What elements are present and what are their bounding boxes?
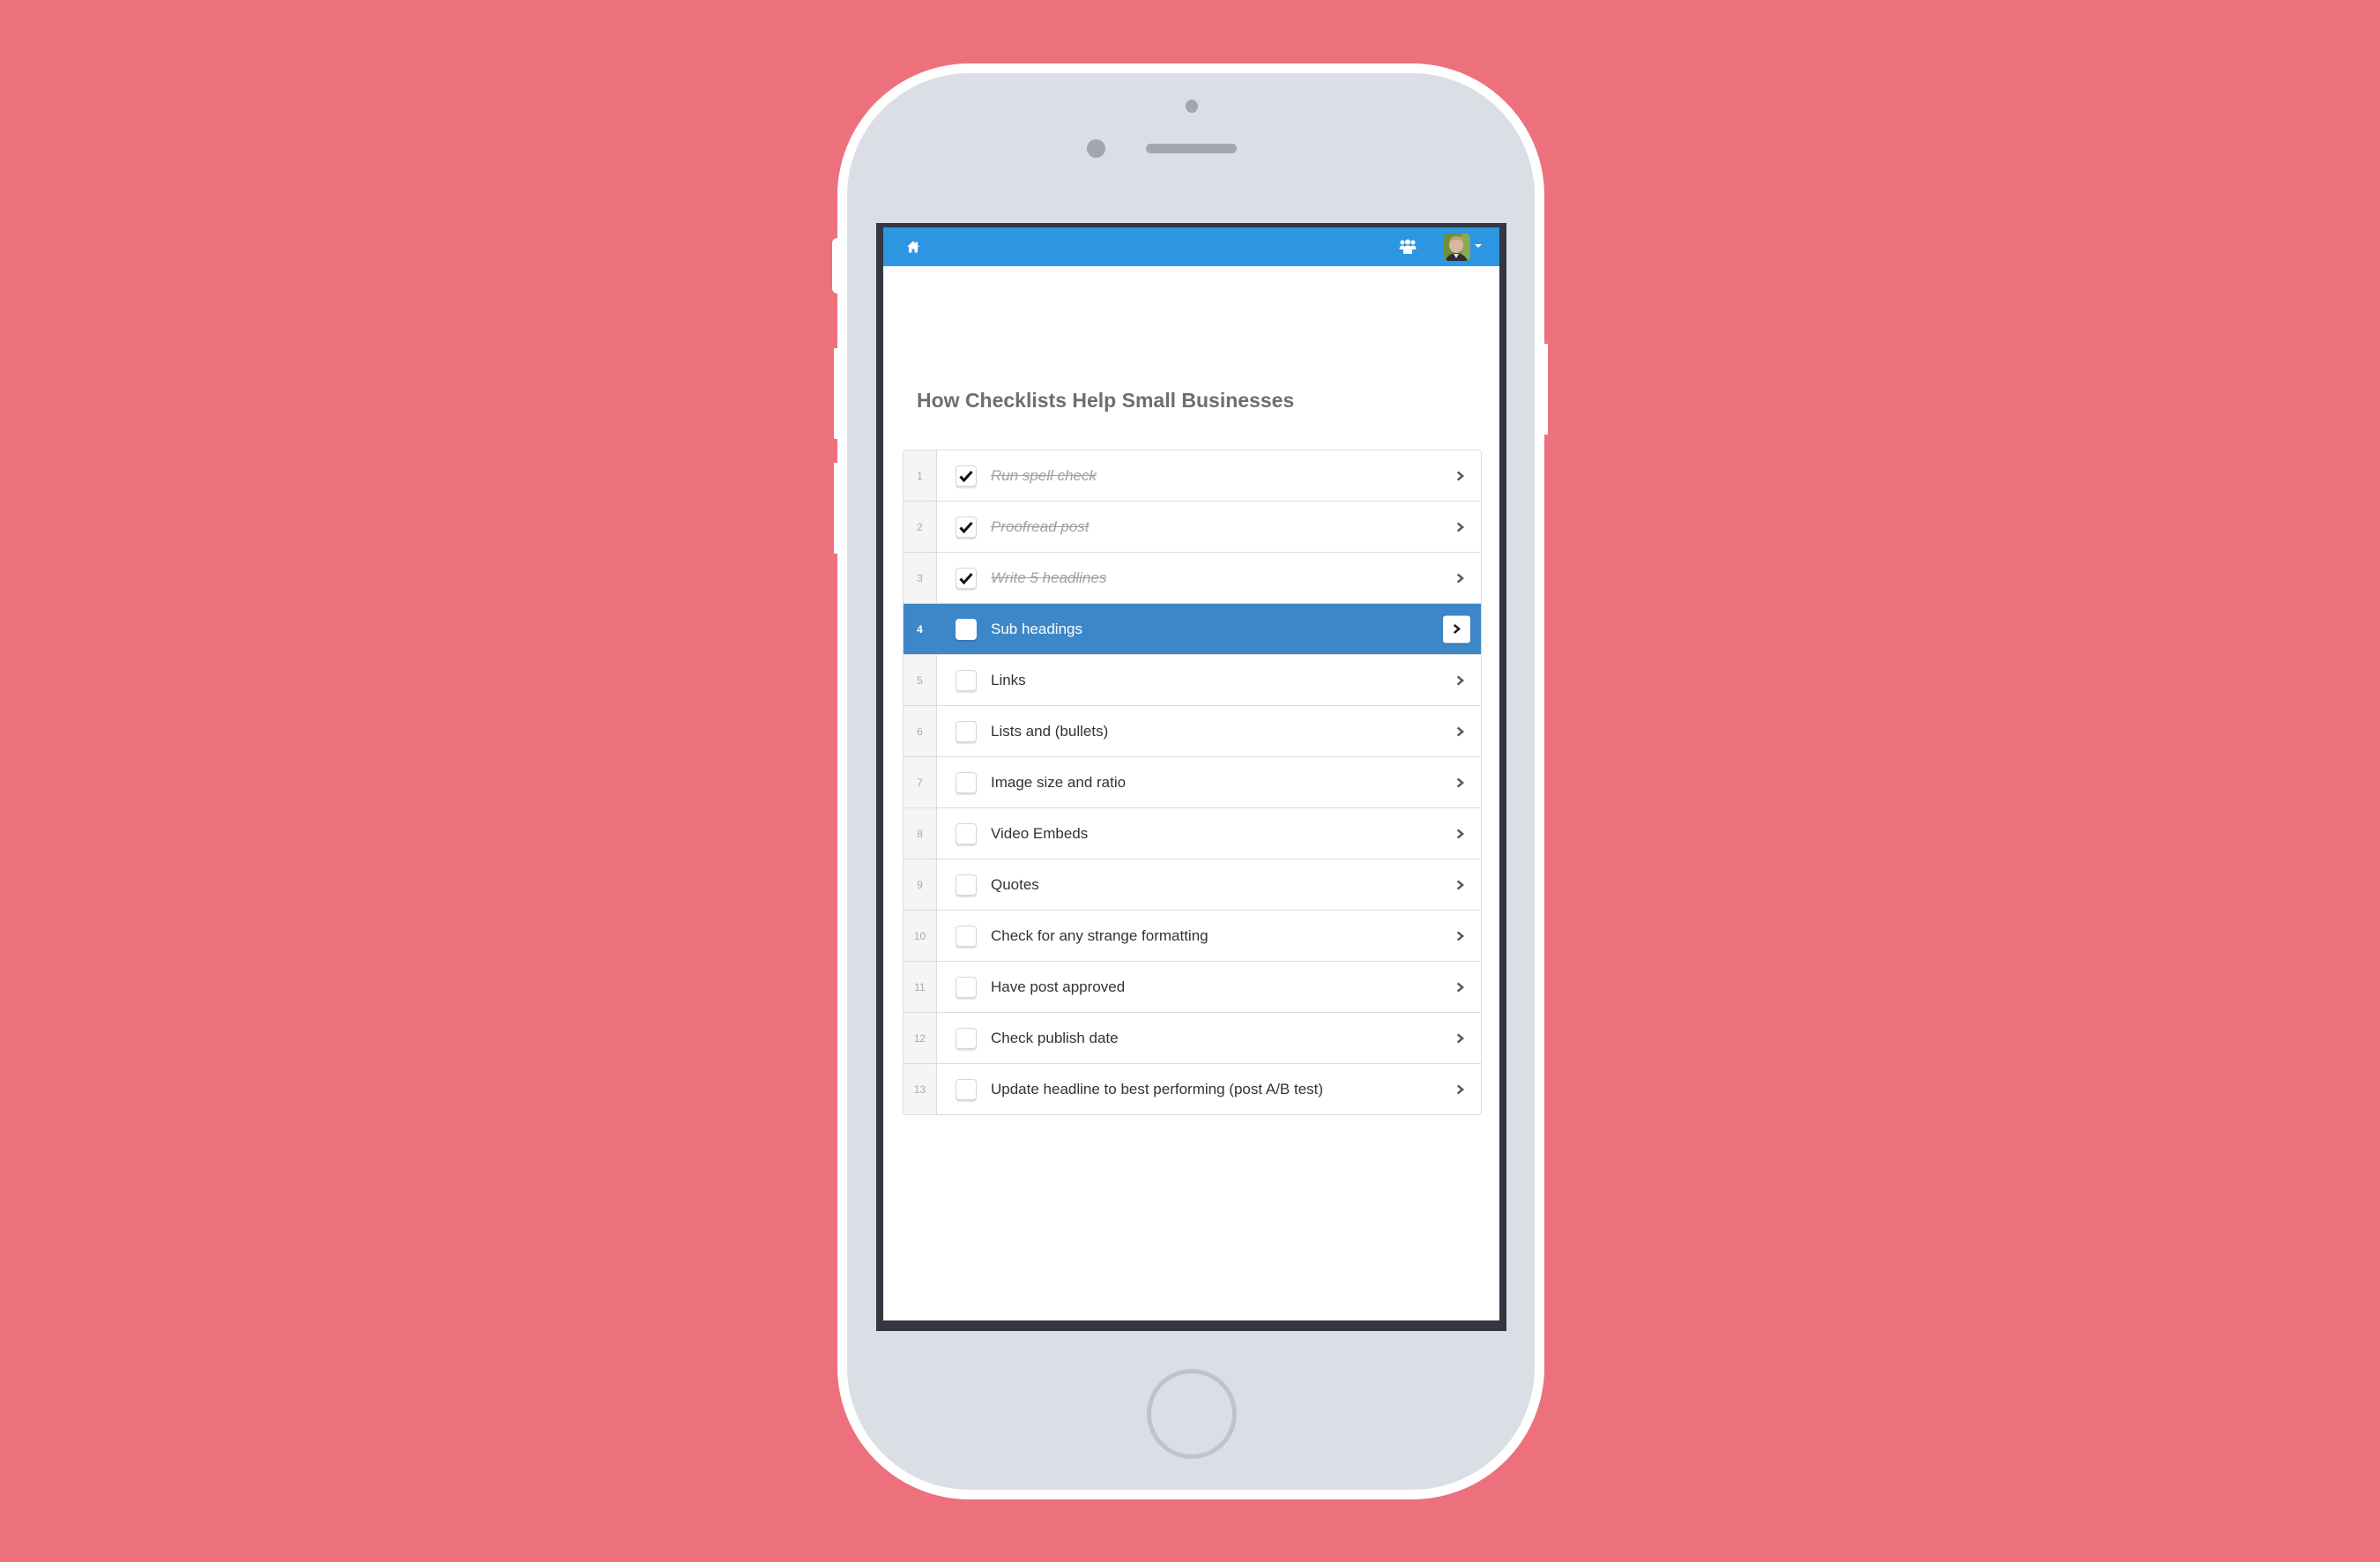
item-label: Check publish date	[991, 1029, 1119, 1046]
item-number: 11	[904, 962, 937, 1012]
front-sensor-icon	[1087, 139, 1105, 158]
checklist-row[interactable]: 1 Run spell check	[904, 450, 1481, 502]
checklist-row[interactable]: 3 Write 5 headlines	[904, 553, 1481, 604]
home-icon[interactable]	[906, 240, 920, 254]
item-label: Lists and (bullets)	[991, 722, 1109, 740]
item-number: 5	[904, 655, 937, 705]
checklist-row[interactable]: 6 Lists and (bullets)	[904, 706, 1481, 757]
checklist-row[interactable]: 11 Have post approved	[904, 962, 1481, 1013]
chevron-right-icon[interactable]	[1443, 615, 1470, 643]
item-label: Write 5 headlines	[991, 569, 1107, 586]
chevron-right-icon[interactable]	[1455, 930, 1466, 942]
checklist-row[interactable]: 9 Quotes	[904, 859, 1481, 911]
checkbox[interactable]	[956, 465, 977, 487]
users-icon[interactable]	[1399, 239, 1417, 255]
item-label: Links	[991, 671, 1026, 688]
checkbox[interactable]	[956, 720, 977, 742]
checkbox[interactable]	[956, 874, 977, 896]
chevron-right-icon[interactable]	[1455, 674, 1466, 687]
checkmark-icon	[959, 521, 973, 533]
checklist-row[interactable]: 2 Proofread post	[904, 502, 1481, 553]
chevron-right-icon[interactable]	[1455, 828, 1466, 840]
checkmark-icon	[959, 470, 973, 482]
checkbox[interactable]	[956, 822, 977, 844]
item-number: 12	[904, 1013, 937, 1063]
home-button	[1147, 1369, 1237, 1459]
checkbox[interactable]	[956, 567, 977, 589]
chevron-right-icon[interactable]	[1455, 521, 1466, 533]
chevron-right-icon[interactable]	[1455, 981, 1466, 993]
top-navbar	[883, 227, 1499, 266]
camera-icon	[1186, 100, 1198, 113]
item-number: 9	[904, 859, 937, 910]
checklist-row[interactable]: 8 Video Embeds	[904, 808, 1481, 859]
item-label: Quotes	[991, 875, 1039, 893]
chevron-right-icon[interactable]	[1455, 470, 1466, 482]
app-screen: How Checklists Help Small Businesses 1 R…	[883, 227, 1499, 1320]
chevron-right-icon[interactable]	[1455, 777, 1466, 789]
item-label: Sub headings	[991, 620, 1082, 637]
checklist-row[interactable]: 5 Links	[904, 655, 1481, 706]
checklist-title: How Checklists Help Small Businesses	[917, 389, 1295, 412]
checklist-row-active[interactable]: 4 Sub headings	[904, 604, 1481, 655]
item-number: 13	[904, 1064, 937, 1114]
chevron-right-icon[interactable]	[1455, 572, 1466, 584]
checkbox[interactable]	[956, 771, 977, 793]
user-avatar[interactable]	[1444, 234, 1470, 261]
caret-down-icon[interactable]	[1475, 244, 1482, 248]
checkbox[interactable]	[956, 976, 977, 998]
speaker-grille	[1146, 144, 1237, 153]
item-label: Check for any strange formatting	[991, 926, 1209, 944]
item-number: 8	[904, 808, 937, 859]
chevron-right-icon[interactable]	[1455, 1083, 1466, 1096]
chevron-right-icon[interactable]	[1455, 725, 1466, 738]
item-number: 10	[904, 911, 937, 961]
checkbox[interactable]	[956, 1078, 977, 1100]
checkmark-icon	[959, 572, 973, 584]
checkbox[interactable]	[956, 925, 977, 947]
checkbox[interactable]	[956, 516, 977, 538]
item-label: Run spell check	[991, 466, 1097, 484]
item-number: 6	[904, 706, 937, 756]
checklist-row[interactable]: 7 Image size and ratio	[904, 757, 1481, 808]
item-label: Proofread post	[991, 517, 1090, 535]
checklist-row[interactable]: 10 Check for any strange formatting	[904, 911, 1481, 962]
checklist-row[interactable]: 13 Update headline to best performing (p…	[904, 1064, 1481, 1114]
checkbox[interactable]	[956, 669, 977, 691]
item-number: 4	[904, 604, 937, 654]
item-label: Image size and ratio	[991, 773, 1127, 791]
chevron-right-icon[interactable]	[1455, 1032, 1466, 1045]
checkbox[interactable]	[956, 1027, 977, 1049]
checkbox[interactable]	[956, 618, 977, 640]
checklist: 1 Run spell check 2 Proofread post 3 Wri…	[903, 450, 1482, 1115]
item-number: 3	[904, 553, 937, 603]
item-label: Have post approved	[991, 978, 1126, 995]
item-label: Update headline to best performing (post…	[991, 1080, 1324, 1097]
item-number: 2	[904, 502, 937, 552]
checklist-row[interactable]: 12 Check publish date	[904, 1013, 1481, 1064]
item-number: 7	[904, 757, 937, 807]
item-label: Video Embeds	[991, 824, 1089, 842]
chevron-right-icon[interactable]	[1455, 879, 1466, 891]
item-number: 1	[904, 450, 937, 501]
